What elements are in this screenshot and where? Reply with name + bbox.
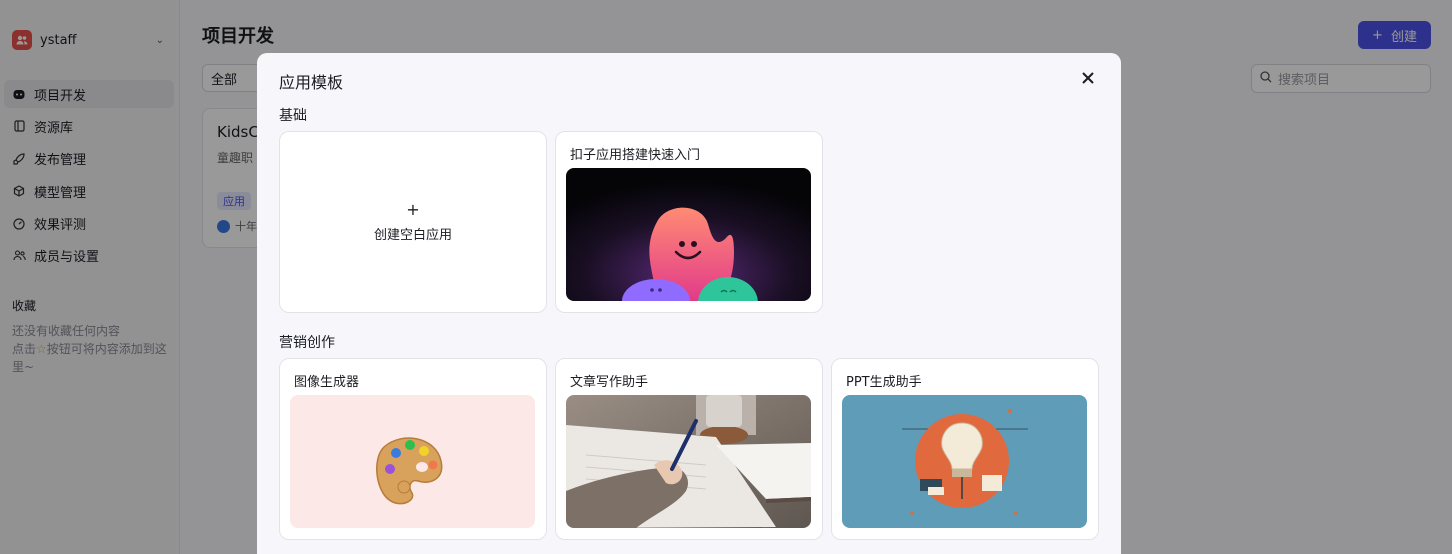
template-title: 扣子应用搭建快速入门 <box>570 148 701 163</box>
lightbulb-illustration <box>842 395 1087 528</box>
template-card-image-generator[interactable]: 图像生成器 <box>279 358 547 540</box>
close-icon[interactable] <box>1077 67 1099 89</box>
app-template-modal: 应用模板 基础 + 创建空白应用 扣子应用搭建快速入门 营销创作 图像生成器 文… <box>257 53 1121 554</box>
mascot-illustration <box>566 168 811 301</box>
template-card-quickstart[interactable]: 扣子应用搭建快速入门 <box>555 131 823 313</box>
section-title-marketing: 营销创作 <box>279 335 335 351</box>
template-card-article-writer[interactable]: 文章写作助手 <box>555 358 823 540</box>
create-blank-app-card[interactable]: + 创建空白应用 <box>279 131 547 313</box>
template-title: 图像生成器 <box>294 375 360 390</box>
template-title: PPT生成助手 <box>846 375 922 390</box>
writing-photo <box>566 395 811 528</box>
section-title-basic: 基础 <box>279 108 307 124</box>
template-card-ppt-generator[interactable]: PPT生成助手 <box>831 358 1099 540</box>
create-blank-app-label: 创建空白应用 <box>373 227 452 243</box>
template-title: 文章写作助手 <box>570 375 649 390</box>
palette-illustration <box>290 395 535 528</box>
modal-title: 应用模板 <box>279 73 344 92</box>
plus-icon: + <box>406 199 420 219</box>
